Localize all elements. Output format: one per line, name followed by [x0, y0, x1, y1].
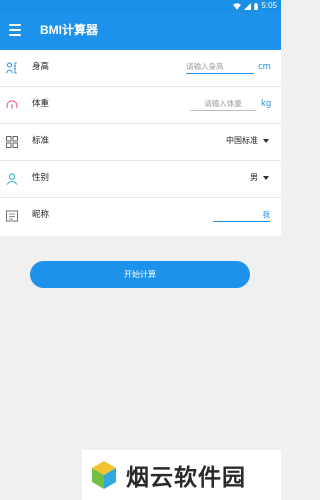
gender-select[interactable]: 男: [250, 172, 269, 184]
weight-label: 体重: [32, 99, 50, 109]
nickname-label: 昵称: [32, 210, 50, 220]
grid-icon: [6, 136, 18, 148]
standard-row: 标准 中国标准: [0, 124, 281, 161]
app-bar: BMI计算器: [0, 12, 281, 50]
nickname-row: 昵称: [0, 198, 281, 236]
dropdown-arrow-icon: [263, 139, 269, 143]
scale-gauge-icon: [6, 100, 18, 109]
menu-icon[interactable]: [9, 24, 21, 36]
weight-unit: kg: [261, 99, 272, 109]
gender-row: 性别 男: [0, 161, 281, 198]
height-row: 身高 cm: [0, 50, 281, 87]
status-bar: 5:05: [0, 0, 281, 12]
height-unit: cm: [258, 62, 271, 72]
ruler-person-icon: [6, 62, 17, 74]
page-title: BMI计算器: [40, 23, 98, 37]
watermark: 烟云软件园: [82, 450, 281, 500]
weight-input[interactable]: [190, 96, 256, 111]
gender-value: 男: [250, 173, 258, 182]
standard-label: 标准: [32, 136, 50, 146]
wifi-icon: [233, 2, 242, 10]
weight-row: 体重 kg: [0, 87, 281, 124]
height-input[interactable]: [186, 59, 254, 74]
clock: 5:05: [261, 1, 277, 10]
signal-icon: [244, 2, 252, 10]
height-label: 身高: [32, 62, 50, 72]
dropdown-arrow-icon: [263, 176, 269, 180]
cube-logo-icon: [92, 461, 116, 489]
gender-label: 性别: [32, 173, 50, 183]
id-card-icon: [6, 210, 18, 222]
watermark-text: 烟云软件园: [126, 465, 246, 491]
bmi-form: 身高 cm 体重 kg 标准 中国标准 性别: [0, 50, 281, 236]
person-icon: [6, 173, 18, 185]
nickname-input[interactable]: [213, 207, 270, 222]
standard-select[interactable]: 中国标准: [226, 135, 269, 147]
battery-icon: [254, 2, 259, 10]
standard-value: 中国标准: [226, 136, 258, 145]
start-calculate-button[interactable]: 开始计算: [30, 261, 250, 288]
